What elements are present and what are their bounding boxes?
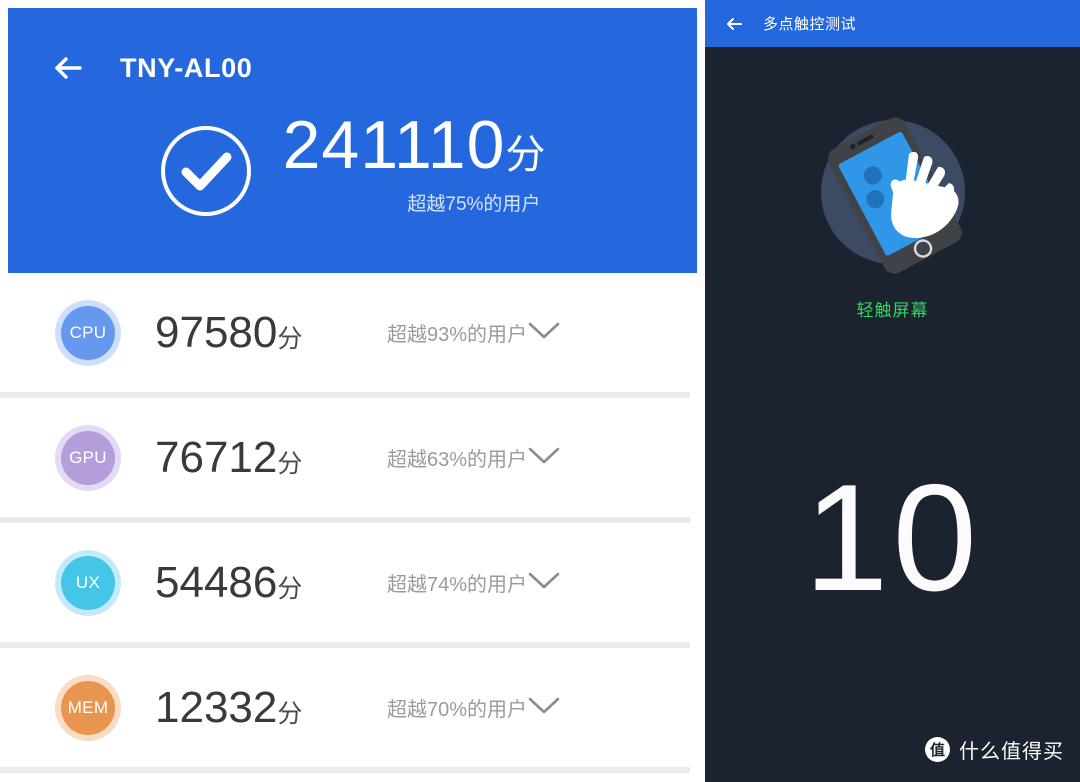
row-score-number: 76712 xyxy=(155,432,278,482)
chevron-down-icon[interactable] xyxy=(527,320,613,345)
row-score-number: 97580 xyxy=(155,307,278,357)
watermark-text: 什么值得买 xyxy=(959,741,1064,763)
score-row-mem[interactable]: MEM 12332分 超越70%的用户 xyxy=(0,648,705,767)
row-percentile: 超越74%的用户 xyxy=(387,574,528,596)
badge-label: GPU xyxy=(61,430,115,485)
total-score-hero: TNY-AL00 241110分 超越75%的用户 xyxy=(8,8,697,273)
page-title: TNY-AL00 xyxy=(120,52,253,83)
row-score-value: 54486分 xyxy=(155,558,387,608)
row-score-value: 97580分 xyxy=(155,308,387,358)
total-score-number: 241110 xyxy=(282,107,506,183)
row-score-value: 76712分 xyxy=(155,433,387,483)
row-score-number: 54486 xyxy=(155,557,278,607)
badge-label: MEM xyxy=(61,680,115,735)
row-score-unit: 分 xyxy=(277,574,303,603)
cpu-badge-icon: CPU xyxy=(55,299,121,366)
badge-label: UX xyxy=(61,555,115,610)
right-panel-header: 多点触控测试 xyxy=(705,0,1080,47)
row-score-unit: 分 xyxy=(277,449,303,478)
left-panel-header: TNY-AL00 xyxy=(46,46,252,90)
row-divider xyxy=(0,767,690,773)
row-percentile: 超越70%的用户 xyxy=(387,699,528,721)
back-arrow-icon[interactable] xyxy=(723,13,745,35)
smzdm-logo-icon: 值 xyxy=(925,737,950,762)
score-row-ux[interactable]: UX 54486分 超越74%的用户 xyxy=(0,523,705,642)
chevron-down-icon[interactable] xyxy=(527,695,613,720)
multitouch-illustration-block: 轻触屏幕 xyxy=(705,110,1080,321)
row-percentile: 超越63%的用户 xyxy=(387,449,528,471)
chevron-down-icon[interactable] xyxy=(527,570,613,595)
total-score-block: 241110分 超越75%的用户 xyxy=(8,111,697,223)
multitouch-test-panel: 多点触控测试 轻触屏幕 10 值 什么值得买 xyxy=(705,0,1080,782)
back-arrow-icon[interactable] xyxy=(46,46,90,90)
ux-badge-icon: UX xyxy=(55,549,121,616)
illustration-caption: 轻触屏幕 xyxy=(856,301,929,320)
watermark: 值 什么值得买 xyxy=(925,735,1064,764)
row-percentile: 超越93%的用户 xyxy=(387,324,528,346)
multitouch-test-title: 多点触控测试 xyxy=(763,16,857,33)
gpu-badge-icon: GPU xyxy=(55,424,121,491)
touch-point-count: 10 xyxy=(803,453,982,623)
score-row-gpu[interactable]: GPU 76712分 超越63%的用户 xyxy=(0,398,705,517)
total-score-value: 241110分 xyxy=(283,111,547,179)
score-row-cpu[interactable]: CPU 97580分 超越93%的用户 xyxy=(0,273,705,392)
row-score-unit: 分 xyxy=(277,699,303,728)
total-score-unit: 分 xyxy=(505,133,547,177)
check-circle-icon xyxy=(159,112,253,223)
row-score-unit: 分 xyxy=(277,324,303,353)
chevron-down-icon[interactable] xyxy=(527,445,613,470)
row-score-number: 12332 xyxy=(155,682,278,732)
score-rows-list: CPU 97580分 超越93%的用户 GPU 76712分 超越63%的用户 … xyxy=(0,273,705,773)
mem-badge-icon: MEM xyxy=(55,674,121,741)
total-score-percentile: 超越75%的用户 xyxy=(407,193,541,215)
screenshot-root: TNY-AL00 241110分 超越75%的用户 CPU 97580分 超越9… xyxy=(0,0,1080,782)
row-score-value: 12332分 xyxy=(155,683,387,733)
hand-on-phone-icon xyxy=(805,110,981,286)
badge-label: CPU xyxy=(61,305,115,360)
antutu-result-panel: TNY-AL00 241110分 超越75%的用户 CPU 97580分 超越9… xyxy=(0,0,705,782)
